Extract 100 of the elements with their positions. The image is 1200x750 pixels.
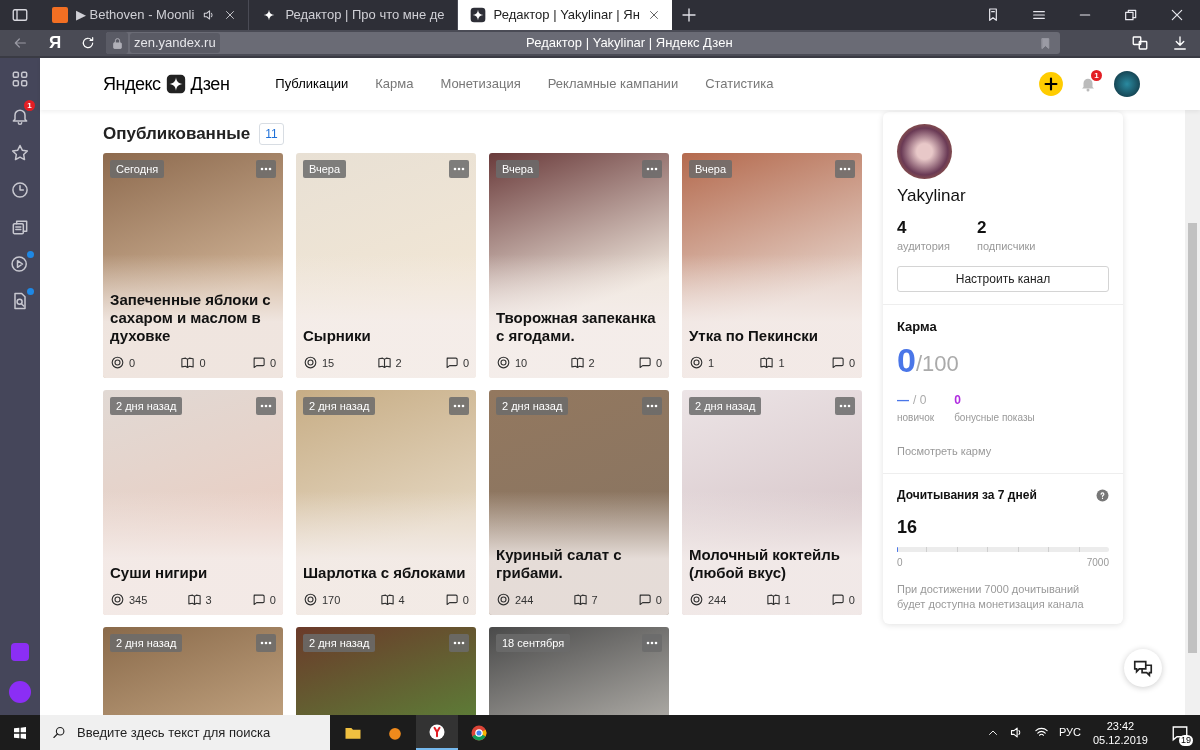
site-favicon xyxy=(52,7,68,23)
sparkle-icon xyxy=(469,7,486,23)
stat-count: 1 xyxy=(784,592,791,608)
comments-icon xyxy=(250,592,266,608)
address-bar[interactable]: zen.yandex.ru Редактор | Yakylinar | Яндекс Дзен xyxy=(106,32,1060,54)
scrollbar-thumb[interactable] xyxy=(1188,223,1197,653)
date-label: Сегодня xyxy=(110,160,165,178)
views-icon xyxy=(303,355,318,371)
taskbar-search-field[interactable]: Введите здесь текст для поиска xyxy=(40,715,330,750)
close-icon[interactable] xyxy=(224,9,237,21)
article-card[interactable]: Вчера Утка по Пекински 1 1 0 xyxy=(682,153,862,378)
more-icon xyxy=(646,404,658,408)
more-button[interactable] xyxy=(449,634,469,652)
star-icon[interactable] xyxy=(10,142,30,163)
yandex-browser-icon[interactable] xyxy=(416,715,458,750)
play-icon[interactable] xyxy=(10,253,30,274)
more-button[interactable] xyxy=(835,160,855,178)
article-title: Запеченные яблоки с сахаром и маслом в духовке xyxy=(109,290,272,345)
more-icon xyxy=(453,641,465,645)
article-card[interactable]: 2 дня назад Куриный салат с грибами. 244 7 0 xyxy=(489,390,669,615)
more-icon xyxy=(646,641,658,645)
channel-avatar xyxy=(897,124,952,179)
nav-link[interactable]: Рекламные кампании xyxy=(547,74,679,94)
more-button[interactable] xyxy=(835,397,855,415)
views-icon xyxy=(689,355,704,371)
reads-note: При достижении 7000 дочитываний будет доступна монетизация канала xyxy=(897,582,1085,612)
reads-icon xyxy=(379,592,395,608)
close-icon[interactable] xyxy=(647,9,660,21)
article-card[interactable]: 18 сентября xyxy=(489,627,669,715)
plus-icon[interactable] xyxy=(1038,71,1064,97)
comments-icon xyxy=(250,355,266,371)
action-center-button[interactable]: 19 xyxy=(1160,715,1200,750)
more-button[interactable] xyxy=(449,397,469,415)
more-button[interactable] xyxy=(256,397,276,415)
stat-count: 1 xyxy=(708,355,715,371)
comments-icon xyxy=(443,355,459,371)
stat-count: 10 xyxy=(515,355,528,371)
avatar[interactable] xyxy=(1114,71,1140,97)
stat-count: 0 xyxy=(462,592,469,608)
date-label: Вчера xyxy=(689,160,733,178)
article-card[interactable]: Вчера Сырники 15 2 0 xyxy=(296,153,476,378)
stat-count: 0 xyxy=(129,355,136,371)
stat-value: 2 xyxy=(976,217,988,238)
nav-link[interactable]: Публикации xyxy=(275,74,349,94)
reads-icon xyxy=(376,355,392,371)
views-icon xyxy=(689,592,704,608)
stat-label: аудитория xyxy=(897,238,950,254)
more-button[interactable] xyxy=(642,160,662,178)
article-card[interactable]: Вчера Творожная запеканка с ягодами. 10 2 0 xyxy=(489,153,669,378)
help-icon[interactable] xyxy=(1096,488,1109,502)
more-button[interactable] xyxy=(256,160,276,178)
clock-date: 05.12.2019 xyxy=(1092,732,1148,747)
reads-title: Дочитывания за 7 дней xyxy=(897,487,1037,504)
stat-count: 7 xyxy=(591,592,598,608)
nav-link[interactable]: Монетизация xyxy=(440,74,521,94)
more-button[interactable] xyxy=(256,634,276,652)
reads-icon xyxy=(180,355,196,371)
stat-count: 15 xyxy=(322,355,335,371)
more-button[interactable] xyxy=(642,634,662,652)
article-title: Молочный коктейль (любой вкус) xyxy=(688,545,841,582)
comments-icon xyxy=(829,355,845,371)
article-card[interactable]: Сегодня Запеченные яблоки с сахаром и маслом в духовке 0 0 0 xyxy=(103,153,283,378)
date-label: Вчера xyxy=(303,160,347,178)
language-indicator[interactable]: РУС xyxy=(1058,724,1081,741)
more-icon xyxy=(260,167,272,171)
stat-count: 0 xyxy=(655,592,662,608)
comments-icon xyxy=(636,592,652,608)
nav-link[interactable]: Карма xyxy=(375,74,414,94)
date-label: 2 дня назад xyxy=(110,397,183,415)
yandex-button[interactable]: Я xyxy=(40,30,70,56)
notifications-button[interactable]: 1 xyxy=(1076,72,1100,96)
date-label: 2 дня назад xyxy=(110,634,183,652)
views-icon xyxy=(110,355,125,371)
more-icon xyxy=(646,167,658,171)
stat-count: 0 xyxy=(269,592,276,608)
more-icon xyxy=(260,641,272,645)
article-title: Куриный салат с грибами. xyxy=(495,545,623,582)
article-card[interactable]: 2 дня назад Молочный коктейль (любой вкус) 244 1 0 xyxy=(682,390,862,615)
tab-title: Редактор | Yakylinar | Ян xyxy=(493,6,640,25)
nav-link[interactable]: Статистика xyxy=(705,74,774,94)
stat-count: 244 xyxy=(515,592,534,608)
views-icon xyxy=(496,355,511,371)
article-card[interactable]: 2 дня назад Шарлотка с яблоками 170 4 0 xyxy=(296,390,476,615)
clock-icon[interactable] xyxy=(10,179,30,200)
logo-text: Дзен xyxy=(190,72,230,96)
article-card[interactable]: 2 дня назад Суши нигири 345 3 0 xyxy=(103,390,283,615)
browser-tab[interactable]: Редактор | Yakylinar | Ян xyxy=(457,0,672,30)
more-icon xyxy=(839,167,851,171)
article-card[interactable]: 2 дня назад xyxy=(103,627,283,715)
more-button[interactable] xyxy=(449,160,469,178)
reads-icon xyxy=(569,355,585,371)
comments-icon xyxy=(443,592,459,608)
zen-logo-icon xyxy=(165,74,186,94)
notification-badge: 1 xyxy=(24,100,35,111)
stat-count: 0 xyxy=(199,355,206,371)
more-button[interactable] xyxy=(642,397,662,415)
novice-max: / 0 xyxy=(913,391,927,409)
reads-icon xyxy=(759,355,775,371)
configure-channel-button[interactable]: Настроить канал xyxy=(897,266,1109,292)
article-card[interactable]: 2 дня назад xyxy=(296,627,476,715)
